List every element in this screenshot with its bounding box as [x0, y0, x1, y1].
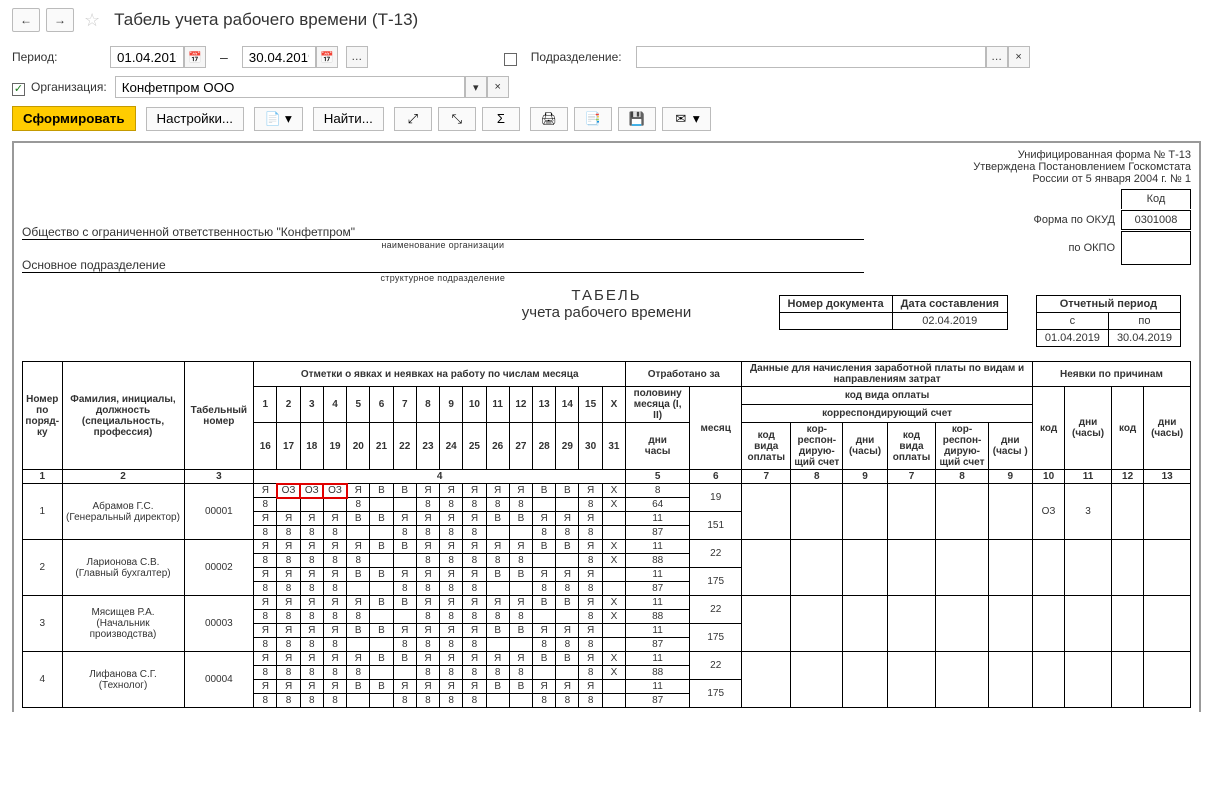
form-button[interactable]: Сформировать — [12, 106, 136, 131]
sum-button[interactable]: Σ — [482, 107, 520, 131]
org-clear-button[interactable]: × — [487, 76, 509, 98]
subdivision-more-button[interactable]: … — [986, 46, 1008, 68]
back-button[interactable]: ← — [12, 8, 40, 32]
print-button[interactable]: 🖨 — [530, 107, 568, 131]
date-to-calendar-button[interactable]: 📅 — [316, 46, 338, 68]
date-from-calendar-button[interactable]: 📅 — [184, 46, 206, 68]
org-dropdown-button[interactable]: ▾ — [465, 76, 487, 98]
org-label: Организация: — [31, 80, 107, 94]
expand-button[interactable]: ⤢ — [394, 107, 432, 131]
okud-value: 0301008 — [1121, 210, 1191, 230]
subdivision-checkbox[interactable] — [504, 53, 517, 66]
collapse-button[interactable]: ⤡ — [438, 107, 476, 131]
report-period-table: Отчетный период спо 01.04.201930.04.2019 — [1036, 295, 1181, 347]
code-label: Код — [1121, 189, 1191, 209]
subdivision-clear-button[interactable]: × — [1008, 46, 1030, 68]
form-header-line3: России от 5 января 2004 г. № 1 — [22, 173, 1191, 185]
mail-button[interactable]: ✉▾ — [662, 107, 711, 131]
date-to-input[interactable] — [242, 46, 316, 68]
org-input[interactable] — [115, 76, 465, 98]
timesheet-table: Номер по поряд-ку Фамилия, инициалы, дол… — [22, 361, 1191, 708]
subdivision-full-sublabel: структурное подразделение — [22, 273, 864, 283]
save-variant-button[interactable]: 📄▾ — [254, 107, 303, 131]
save-as-icon: 📑 — [585, 111, 601, 127]
find-button[interactable]: Найти... — [313, 107, 384, 131]
calendar-icon: 📅 — [320, 51, 334, 64]
arrow-left-icon: ← — [20, 13, 32, 27]
star-icon[interactable]: ☆ — [84, 10, 100, 31]
save-icon: 💾 — [629, 111, 645, 127]
subdivision-label: Подразделение: — [531, 50, 622, 64]
subdivision-full: Основное подразделение — [22, 258, 864, 273]
forward-button[interactable]: → — [46, 8, 74, 32]
page-title: Табель учета рабочего времени (Т-13) — [114, 10, 418, 30]
period-more-button[interactable]: … — [346, 46, 368, 68]
okpo-label: по ОКПО — [1068, 242, 1115, 254]
org-full: Общество с ограниченной ответственностью… — [22, 225, 864, 240]
collapse-icon: ⤡ — [449, 111, 465, 127]
period-label: Период: — [12, 50, 102, 64]
okpo-value — [1121, 231, 1191, 265]
org-checkbox[interactable] — [12, 83, 25, 96]
mail-icon: ✉ — [673, 111, 689, 127]
folder-icon: 📄 — [265, 111, 281, 127]
expand-icon: ⤢ — [405, 111, 421, 127]
chevron-down-icon: ▾ — [473, 81, 479, 94]
subdivision-input[interactable] — [636, 46, 986, 68]
okud-label: Форма по ОКУД — [1034, 214, 1116, 226]
dash: – — [214, 49, 234, 65]
org-full-sublabel: наименование организации — [22, 240, 864, 250]
sigma-icon: Σ — [493, 111, 509, 127]
save-button[interactable]: 💾 — [618, 107, 656, 131]
report-area: Унифицированная форма № Т-13 Утверждена … — [12, 141, 1201, 712]
doc-info-table: Номер документаДата составления 02.04.20… — [779, 295, 1008, 330]
form-header-line1: Унифицированная форма № Т-13 — [22, 149, 1191, 161]
print-icon: 🖨 — [541, 111, 557, 127]
calendar-icon: 📅 — [188, 51, 202, 64]
date-from-input[interactable] — [110, 46, 184, 68]
settings-button[interactable]: Настройки... — [146, 107, 244, 131]
form-header-line2: Утверждена Постановлением Госкомстата — [22, 161, 1191, 173]
arrow-right-icon: → — [54, 13, 66, 27]
save-as-button[interactable]: 📑 — [574, 107, 612, 131]
